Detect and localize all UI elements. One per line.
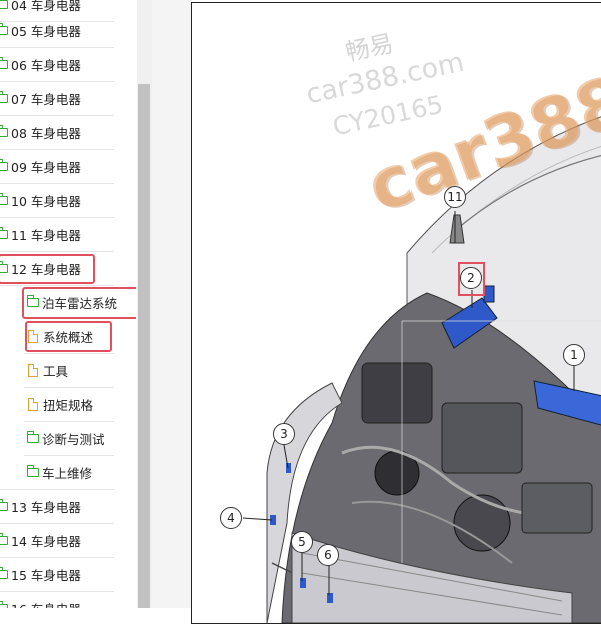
folder-icon <box>27 430 39 443</box>
tree-item-tools[interactable]: 工具 <box>28 353 68 387</box>
tree-item-onvehicle-repair[interactable]: 车上维修 <box>27 455 92 489</box>
tree-item-10[interactable]: 10 车身电器 <box>0 183 81 217</box>
vehicle-illustration <box>242 116 601 623</box>
tree-item-label: 11 车身电器 <box>11 227 81 243</box>
tree-item-14[interactable]: 14 车身电器 <box>0 523 81 557</box>
tree-item-label: 06 车身电器 <box>11 57 81 73</box>
document-icon <box>28 397 38 411</box>
tree-item-label: 09 车身电器 <box>11 159 81 175</box>
callout-2: 2 <box>460 267 482 289</box>
tree-item-label: 车上维修 <box>42 465 93 481</box>
tree-item-label: 泊车雷达系统 <box>42 295 118 311</box>
callout-4: 4 <box>220 507 242 529</box>
tree-item-16[interactable]: 16 车身电器 <box>0 591 81 608</box>
folder-icon <box>0 600 8 608</box>
tree-item-system-overview[interactable]: 系统概述 <box>28 319 93 353</box>
folder-icon <box>0 498 8 511</box>
tree-item-label: 16 车身电器 <box>11 599 81 609</box>
sidebar-scrollbar-thumb[interactable] <box>138 84 150 608</box>
tree-item-label: 工具 <box>43 363 69 379</box>
callout-11: 11 <box>444 186 466 208</box>
tree-item-label: 07 车身电器 <box>11 91 81 107</box>
tree-item-torque-specs[interactable]: 扭矩规格 <box>28 387 93 421</box>
callout-1: 1 <box>563 344 585 366</box>
tree-item-15[interactable]: 15 车身电器 <box>0 557 81 591</box>
tree-item-09[interactable]: 09 车身电器 <box>0 149 81 183</box>
tree-item-label: 12 车身电器 <box>11 261 81 277</box>
tree-item-label: 14 车身电器 <box>11 533 81 549</box>
tree-item-label: 10 车身电器 <box>11 193 81 209</box>
tree-item-12[interactable]: 12 车身电器 <box>0 251 81 285</box>
tree-item-label: 15 车身电器 <box>11 567 81 583</box>
engine-bay-figure: 畅易 car388.com CY20165 car388.c 11 2 1 3 … <box>191 2 601 624</box>
tree-item-label: 08 车身电器 <box>11 125 81 141</box>
callout-3: 3 <box>273 423 295 445</box>
tree-item-06[interactable]: 06 车身电器 <box>0 47 81 81</box>
folder-icon <box>0 226 8 239</box>
folder-icon <box>0 158 8 171</box>
folder-icon <box>0 566 8 579</box>
tree-item-label: 诊断与测试 <box>42 431 105 447</box>
tree-item-label: 系统概述 <box>43 329 94 345</box>
folder-icon <box>0 192 8 205</box>
tree-item-parking-radar[interactable]: 泊车雷达系统 <box>27 285 117 319</box>
folder-icon <box>0 0 8 9</box>
tree-item-label: 04 车身电器 <box>11 0 81 13</box>
callout-5: 5 <box>291 531 313 553</box>
tree-item-label: 13 车身电器 <box>11 499 81 515</box>
content-gutter <box>152 0 192 608</box>
folder-open-icon <box>27 294 39 307</box>
folder-icon <box>0 90 8 103</box>
tree-item-07[interactable]: 07 车身电器 <box>0 81 81 115</box>
tree-item-diagnosis[interactable]: 诊断与测试 <box>27 421 105 455</box>
folder-icon <box>0 56 8 69</box>
folder-icon <box>0 532 8 545</box>
tree-item-05[interactable]: 05 车身电器 <box>0 13 81 47</box>
folder-open-icon <box>0 260 8 273</box>
sidebar-tree: 04 车身电器 05 车身电器 06 车身电器 07 车身电器 08 车身电器 … <box>0 0 136 608</box>
tree-item-label: 05 车身电器 <box>11 23 81 39</box>
folder-icon <box>27 464 39 477</box>
callout-6: 6 <box>317 544 339 566</box>
folder-icon <box>0 124 8 137</box>
tree-item-13[interactable]: 13 车身电器 <box>0 489 81 523</box>
tree-item-08[interactable]: 08 车身电器 <box>0 115 81 149</box>
tree-item-11[interactable]: 11 车身电器 <box>0 217 81 251</box>
document-icon <box>28 363 38 377</box>
document-icon <box>28 329 38 343</box>
folder-icon <box>0 22 8 35</box>
tree-item-label: 扭矩规格 <box>43 397 94 413</box>
